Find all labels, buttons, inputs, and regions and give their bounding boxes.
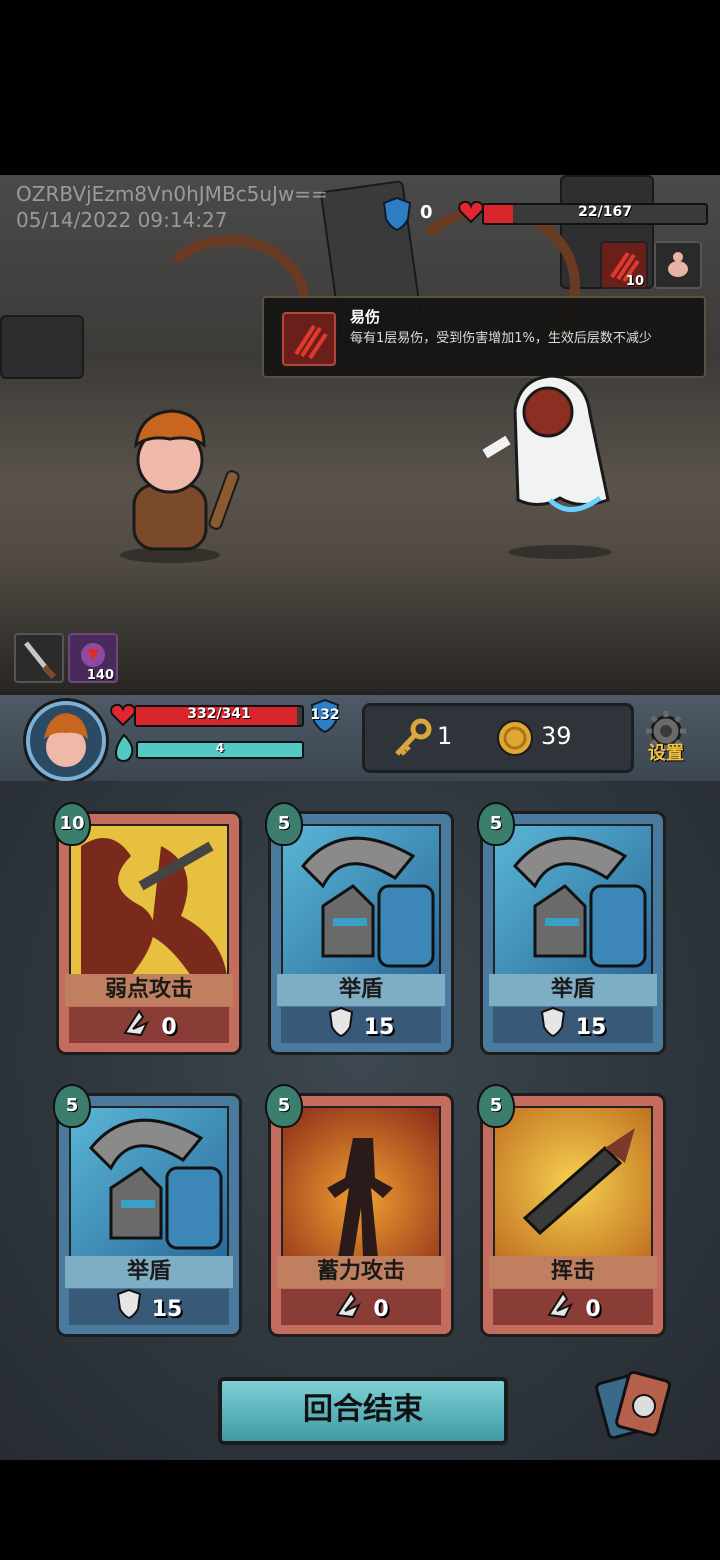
enemy-heart-icon [458, 200, 484, 224]
vulnerable-buff-icon[interactable]: 10 [600, 241, 648, 289]
bottom-black-bar [0, 1460, 720, 1560]
key-icon [395, 718, 432, 756]
card-name: 举盾 [277, 974, 445, 1006]
card-stat: 15 [493, 1006, 653, 1043]
resource-panel: 1 39 [362, 703, 634, 773]
card-defend[interactable]: 5 举盾 15 [53, 1084, 242, 1337]
end-turn-button[interactable]: 回合结束 [218, 1377, 508, 1445]
card-art [281, 824, 441, 978]
card-cost: 5 [477, 1084, 515, 1128]
card-art [493, 1106, 653, 1260]
watermark-datetime: 05/14/2022 09:14:27 [16, 208, 228, 232]
attack-claw-icon [545, 1289, 575, 1331]
enemy-shield-value: 0 [420, 202, 433, 223]
card-art [493, 824, 653, 978]
energy-flame-icon [114, 733, 134, 763]
player-character [100, 405, 250, 565]
card-art [69, 1106, 229, 1260]
attack-claw-icon [121, 1007, 151, 1049]
background-rock [0, 315, 84, 379]
coin-icon [497, 720, 533, 756]
deck-icon [595, 1370, 671, 1440]
player-energy-text: 4 [215, 741, 225, 755]
card-value: 15 [363, 1015, 395, 1040]
card-art [69, 824, 229, 978]
enemy-hp-bar: 22/167 [482, 203, 708, 225]
card-cost: 5 [265, 802, 303, 846]
card-stat: 15 [281, 1006, 441, 1043]
player-energy-bar: 4 [136, 741, 304, 759]
card-stat: 15 [69, 1288, 229, 1325]
enemy-shield-icon [382, 197, 412, 231]
card-value: 0 [585, 1297, 601, 1322]
card-name: 举盾 [65, 1256, 233, 1288]
card-stat: 0 [281, 1289, 441, 1325]
card-cost: 5 [477, 802, 515, 846]
settings-label: 设置 [648, 743, 684, 764]
player-heart-icon [110, 703, 136, 727]
dagger-buff-icon[interactable] [14, 633, 64, 683]
shield-icon [328, 1006, 354, 1049]
enemy-ghost[interactable] [460, 370, 630, 560]
card-name: 举盾 [489, 974, 657, 1006]
card-value: 0 [161, 1015, 177, 1040]
card-art [281, 1106, 441, 1260]
attack-claw-icon [333, 1289, 363, 1331]
card-attack[interactable]: 5 蓄力攻击 0 [265, 1084, 454, 1337]
card-attack[interactable]: 5 挥击 0 [477, 1084, 666, 1337]
card-value: 15 [575, 1015, 607, 1040]
shield-icon [540, 1006, 566, 1049]
player-portrait[interactable] [26, 701, 106, 781]
card-name: 挥击 [489, 1256, 657, 1288]
card-stat: 0 [69, 1007, 229, 1043]
card-attack[interactable]: 10 弱点攻击 0 [53, 802, 242, 1055]
card-stat: 0 [493, 1289, 653, 1325]
card-defend[interactable]: 5 举盾 15 [265, 802, 454, 1055]
player-hp-bar: 332/341 [134, 705, 304, 727]
key-count: 1 [437, 722, 453, 750]
card-cost: 10 [53, 802, 91, 846]
card-hand-area: 10 弱点攻击 0 5 举盾 15 5 举盾 15 5 举盾 15 5 蓄力攻击 0 5 挥击 0 [0, 781, 720, 1461]
weak-debuff-count: 140 [86, 668, 114, 683]
shield-icon [116, 1288, 142, 1331]
card-value: 15 [151, 1297, 183, 1322]
buff-tooltip: 易伤 每有1层易伤，受到伤害增加1%，生效后层数不减少 [262, 296, 706, 378]
card-name: 蓄力攻击 [277, 1256, 445, 1288]
enemy-hp-text: 22/167 [578, 204, 632, 220]
tooltip-title: 易伤 [350, 308, 381, 326]
weak-debuff-icon[interactable]: 140 [68, 633, 118, 683]
card-cost: 5 [53, 1084, 91, 1128]
player-shield-value: 132 [310, 707, 340, 723]
vulnerable-buff-count: 10 [625, 274, 644, 289]
vulnerable-tooltip-icon [282, 312, 336, 366]
tooltip-description: 每有1层易伤，受到伤害增加1%，生效后层数不减少 [350, 331, 652, 346]
settings-button[interactable]: 设置 [636, 709, 696, 765]
card-cost: 5 [265, 1084, 303, 1128]
watermark-id: OZRBVjEzm8Vn0hJMBc5uJw== [16, 182, 328, 206]
card-name: 弱点攻击 [65, 974, 233, 1006]
coin-count: 39 [541, 722, 572, 750]
card-value: 0 [373, 1297, 389, 1322]
player-hud: 332/341 132 4 1 39 设置 [0, 692, 720, 784]
battle-scene: OZRBVjEzm8Vn0hJMBc5uJw== 05/14/2022 09:1… [0, 175, 720, 695]
card-defend[interactable]: 5 举盾 15 [477, 802, 666, 1055]
draw-pile-button[interactable] [594, 1368, 674, 1444]
enemy-intent-icon[interactable] [654, 241, 702, 289]
player-hp-text: 332/341 [187, 706, 251, 722]
